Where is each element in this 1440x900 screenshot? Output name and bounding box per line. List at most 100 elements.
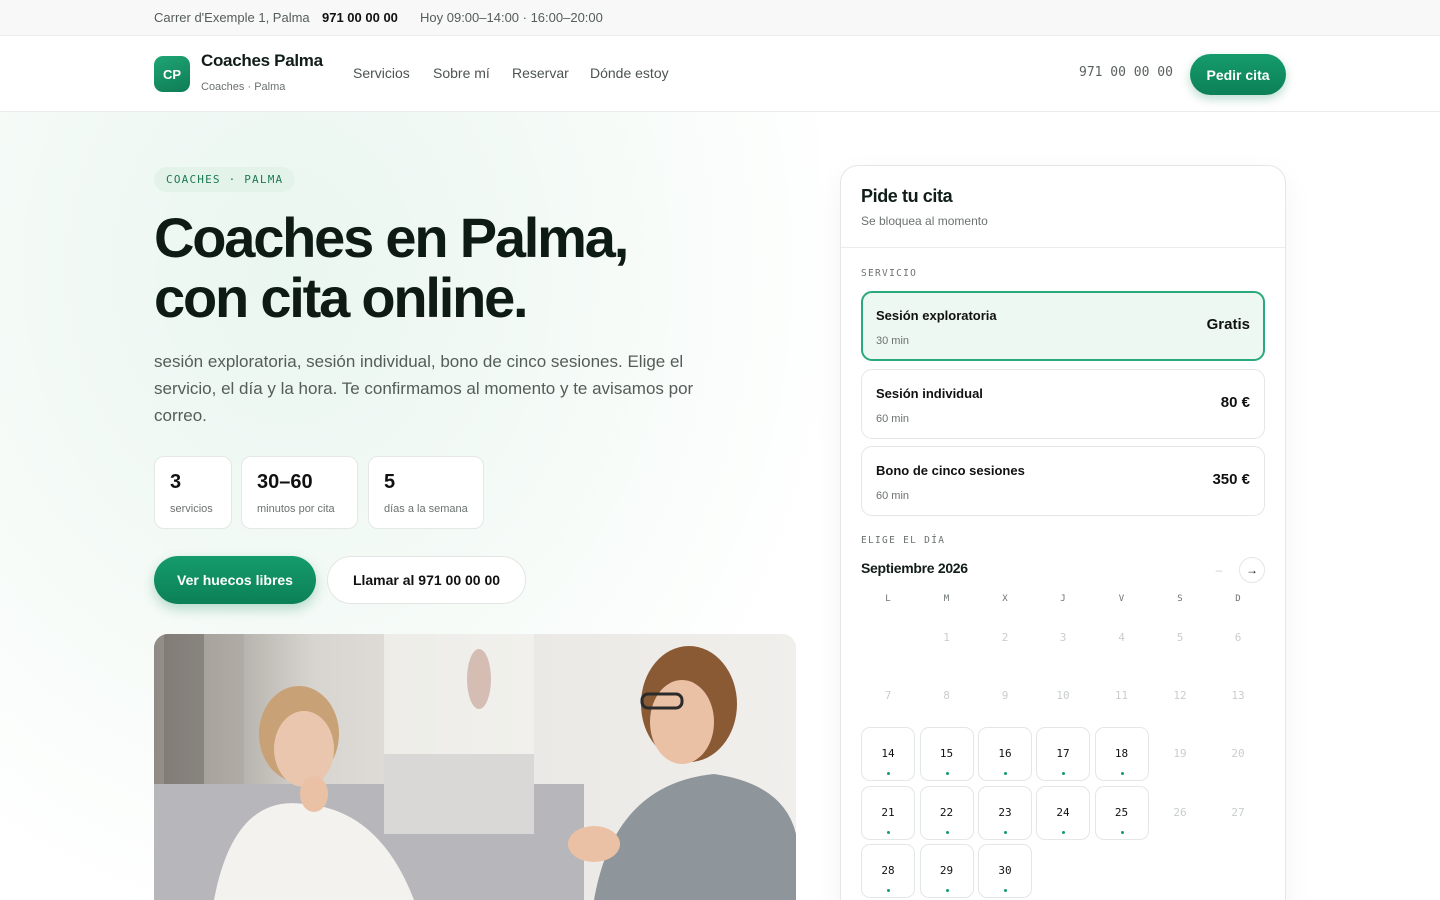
availability-dot-icon: [887, 889, 890, 892]
weekday-header: M: [943, 594, 950, 604]
hero-title-line-1: Coaches en Palma,: [154, 206, 629, 269]
stat-value: 3: [170, 471, 182, 493]
weekday-header: L: [885, 594, 891, 604]
availability-dot-icon: [1004, 889, 1007, 892]
service-name: Sesión individual: [876, 386, 983, 401]
day-number: 19: [1173, 747, 1187, 760]
day-number: 5: [1176, 631, 1184, 644]
weekday-header: D: [1235, 594, 1241, 604]
day-number: 1: [943, 631, 950, 644]
day-number: 20: [1231, 747, 1245, 760]
next-month-button[interactable]: →: [1239, 557, 1265, 583]
nav-link-reservar[interactable]: Reservar: [512, 65, 569, 81]
ver-huecos-button[interactable]: Ver huecos libres: [154, 556, 316, 604]
day-number: 6: [1234, 631, 1242, 644]
weekday-header: J: [1060, 594, 1066, 604]
service-option-individual[interactable]: Sesión individual 60 min 80 €: [861, 369, 1265, 439]
availability-dot-icon: [945, 772, 949, 775]
day-number: 18: [1114, 747, 1129, 760]
booking-subtitle: Se bloquea al momento: [861, 214, 988, 228]
nav-link-donde-estoy[interactable]: Dónde estoy: [590, 65, 669, 81]
logo-mark[interactable]: CP: [154, 56, 190, 92]
calendar-day-disabled: 11: [1095, 669, 1149, 723]
availability-dot-icon: [945, 889, 949, 892]
hero-description: sesión exploratoria, sesión individual, …: [154, 352, 694, 425]
day-number: 26: [1173, 806, 1187, 819]
calendar-day-disabled: 12: [1153, 669, 1207, 723]
calendar-day-available[interactable]: 17: [1036, 727, 1090, 781]
nav-link-sobre-mi[interactable]: Sobre mí: [433, 65, 490, 81]
service-duration: 60 min: [876, 413, 910, 425]
availability-dot-icon: [945, 831, 949, 834]
availability-dot-icon: [1004, 831, 1007, 834]
stat-value: 30–60: [257, 471, 313, 493]
calendar-day-available[interactable]: 15: [919, 727, 974, 781]
day-number: 21: [881, 806, 895, 819]
day-number: 3: [1059, 631, 1067, 644]
pedir-cita-button[interactable]: Pedir cita: [1190, 54, 1286, 95]
day-number: 9: [1001, 689, 1009, 702]
address-text: Carrer d'Exemple 1, Palma: [154, 10, 310, 25]
calendar-day-disabled: 20: [1211, 727, 1265, 781]
calendar-day-available[interactable]: 16: [978, 727, 1032, 781]
day-number: 29: [939, 864, 954, 877]
coaching-session-illustration: [154, 634, 796, 900]
calendar-day-disabled: 13: [1211, 669, 1265, 723]
calendar-day-disabled: 5: [1153, 611, 1207, 665]
day-number: 12: [1173, 689, 1187, 702]
calendar-day-available[interactable]: 24: [1036, 786, 1090, 840]
stat-minutes: 30–60 minutos por cita: [241, 456, 358, 529]
day-number: 10: [1056, 689, 1070, 702]
calendar-day-available[interactable]: 18: [1094, 727, 1149, 781]
day-number: 2: [1001, 631, 1009, 644]
calendar-day-disabled: 8: [920, 669, 974, 723]
nav-link-servicios[interactable]: Servicios: [353, 65, 410, 81]
availability-dot-icon: [1062, 831, 1065, 834]
availability-dot-icon: [887, 831, 890, 834]
category-pill: COACHES · PALMA: [154, 167, 296, 192]
service-price: 80 €: [1220, 394, 1250, 411]
calendar-day-available[interactable]: 25: [1094, 786, 1149, 840]
calendar-day-disabled: 7: [861, 669, 915, 723]
weekday-header: X: [1002, 594, 1008, 604]
booking-card-header: Pide tu cita Se bloquea al momento: [841, 166, 1285, 248]
service-duration: 60 min: [876, 490, 910, 502]
prev-month-icon: –: [1215, 563, 1223, 577]
call-button[interactable]: Llamar al 971 00 00 00: [327, 556, 526, 604]
calendar-day-available[interactable]: 21: [861, 786, 915, 840]
weekday-header: V: [1118, 594, 1125, 604]
opening-hours: Hoy 09:00–14:00 · 16:00–20:00: [420, 10, 603, 25]
calendar-day-available[interactable]: 28: [861, 844, 915, 898]
calendar-day-disabled: 9: [978, 669, 1032, 723]
day-number: 25: [1114, 806, 1129, 819]
stat-label: días a la semana: [384, 503, 468, 515]
calendar-day-available[interactable]: 22: [919, 786, 974, 840]
service-price: Gratis: [1206, 316, 1250, 333]
site-header: CP Coaches Palma Coaches · Palma Servici…: [0, 36, 1440, 112]
calendar-day-disabled: 10: [1036, 669, 1090, 723]
topbar-phone[interactable]: 971 00 00 00: [322, 10, 398, 25]
calendar-day-available[interactable]: 30: [978, 844, 1032, 898]
calendar-day-available[interactable]: 23: [978, 786, 1032, 840]
day-number: 24: [1056, 806, 1070, 819]
stat-days: 5 días a la semana: [368, 456, 484, 529]
service-option-exploratoria[interactable]: Sesión exploratoria 30 min Gratis: [861, 291, 1265, 361]
calendar-day-available[interactable]: 29: [919, 844, 974, 898]
calendar-day-disabled: 19: [1153, 727, 1207, 781]
day-number: 15: [939, 747, 954, 760]
day-number: 27: [1231, 806, 1245, 819]
day-number: 4: [1118, 631, 1125, 644]
service-duration: 30 min: [876, 335, 910, 347]
brand-name[interactable]: Coaches Palma: [201, 51, 323, 71]
hero-title: Coaches en Palma, con cita online.: [154, 208, 774, 328]
service-name: Sesión exploratoria: [876, 308, 997, 323]
header-phone[interactable]: 971 00 00 00: [1079, 65, 1173, 80]
calendar-day-available[interactable]: 14: [861, 727, 915, 781]
day-section-label: ELIGE EL DÍA: [861, 535, 946, 546]
stat-value: 5: [384, 471, 396, 493]
calendar-day-disabled: 3: [1036, 611, 1090, 665]
day-number: 8: [943, 689, 950, 702]
service-option-bono[interactable]: Bono de cinco sesiones 60 min 350 €: [861, 446, 1265, 516]
booking-title: Pide tu cita: [861, 186, 953, 206]
weekday-header: S: [1177, 594, 1183, 604]
